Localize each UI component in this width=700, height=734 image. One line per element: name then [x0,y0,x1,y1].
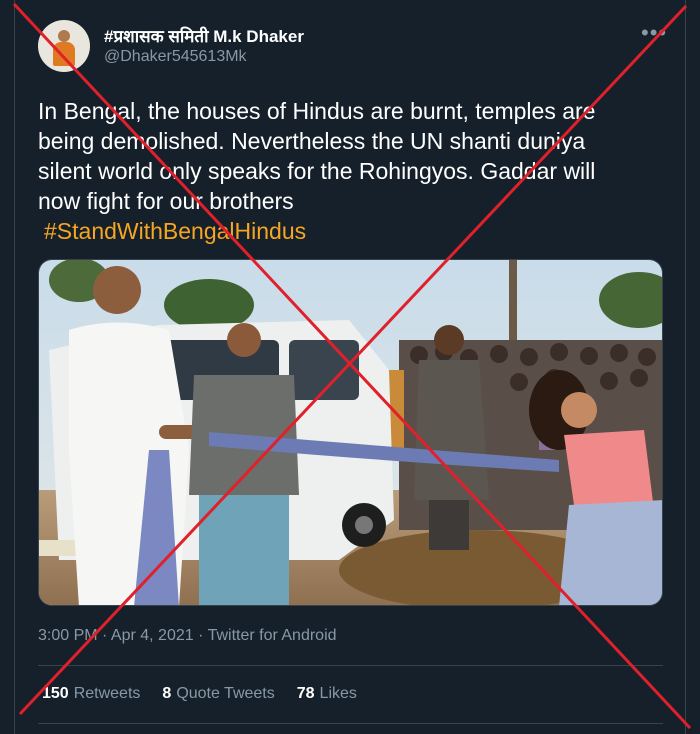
likes-stat[interactable]: 78 Likes [297,685,357,703]
likes-label: Likes [319,685,357,702]
display-name[interactable]: #प्रशासक समिती M.k Dhaker [104,24,304,47]
tweet-photo[interactable] [38,259,663,606]
divider [38,665,663,666]
quote-tweets-count: 8 [162,685,172,702]
tweet-text-line: In Bengal, the houses of Hindus are burn… [38,98,596,124]
retweets-stat[interactable]: 150 Retweets [42,685,140,703]
photo-illustration [39,260,662,605]
avatar-head [58,30,70,42]
tweet-text-line: being demolished. Nevertheless the UN sh… [38,128,586,154]
retweets-label: Retweets [73,685,141,702]
tweet-text-line: silent world only speaks for the Rohingy… [38,158,596,184]
user-handle[interactable]: @Dhaker545613Mk [104,48,247,66]
hashtag-link[interactable]: #StandWithBengalHindus [38,216,668,246]
avatar[interactable] [38,20,90,72]
quote-tweets-stat[interactable]: 8 Quote Tweets [162,685,274,703]
tweet-text-line: now fight for our brothers [38,188,294,214]
tweet-text: In Bengal, the houses of Hindus are burn… [38,96,668,246]
quote-tweets-label: Quote Tweets [176,685,275,702]
likes-count: 78 [296,685,315,702]
tweet-stats: 150 Retweets 8 Quote Tweets 78 Likes [42,685,357,703]
more-icon[interactable]: ••• [641,22,667,44]
retweets-count: 150 [42,685,69,702]
avatar-body [53,42,75,66]
tweet-timestamp[interactable]: 3:00 PM · Apr 4, 2021 · Twitter for Andr… [38,627,337,645]
divider [38,723,663,724]
